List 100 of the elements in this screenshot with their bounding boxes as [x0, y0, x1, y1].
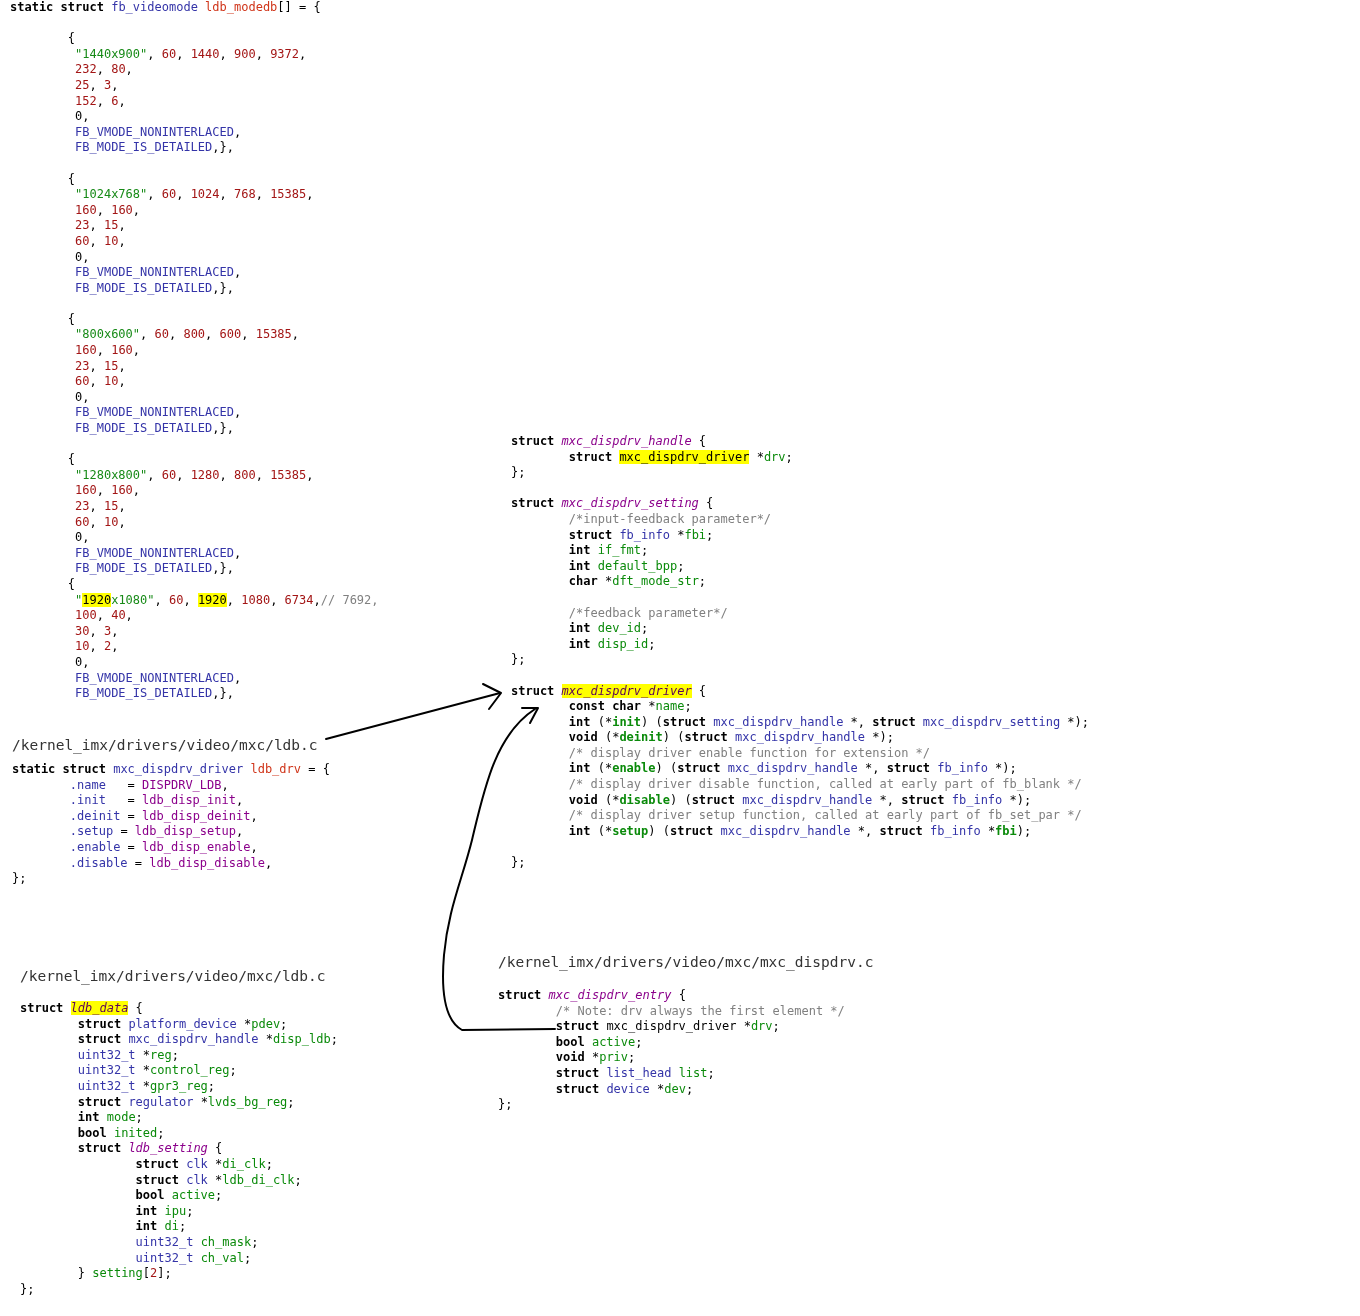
code-line: 160, 160, — [75, 483, 141, 499]
code-line: int (*enable) (struct mxc_dispdrv_handle *, struct fb_info *); — [568, 761, 1017, 778]
code-line: uint32_t ch_val; — [135, 1250, 252, 1267]
code-line: /* display driver disable function, called at early part of fb_blank */ — [568, 777, 1082, 793]
code-line: FB_VMODE_NONINTERLACED, — [75, 405, 242, 422]
code-line: }; — [511, 652, 526, 668]
code-line: struct clk *ldb_di_clk; — [135, 1172, 302, 1189]
code-line: 152, 6, — [75, 93, 126, 110]
code-line: 100, 40, — [75, 608, 133, 624]
code-line: struct device *dev; — [555, 1081, 694, 1098]
code-line: /*feedback parameter*/ — [568, 605, 728, 622]
code-line: struct list_head list; — [555, 1065, 715, 1082]
code-line: int mode; — [77, 1110, 143, 1126]
code-line: { — [67, 171, 76, 188]
code-line: struct mxc_dispdrv_handle { — [511, 434, 707, 450]
code-line: /* display driver setup function, called at early part of fb_set_par */ — [568, 808, 1082, 824]
code-line: int (*init) (struct mxc_dispdrv_handle *, struct mxc_dispdrv_setting *); — [568, 714, 1090, 731]
code-line: 0, — [75, 530, 90, 546]
code-line: uint32_t *reg; — [77, 1047, 179, 1064]
code-line: uint32_t *control_reg; — [77, 1063, 237, 1079]
code-line: FB_VMODE_NONINTERLACED, — [75, 545, 242, 562]
code-line: }; — [511, 855, 526, 871]
code-line: { — [67, 31, 76, 47]
code-line: bool active; — [135, 1188, 223, 1204]
code-line: .setup = ldb_disp_setup, — [69, 824, 244, 840]
code-line: void (*deinit) (struct mxc_dispdrv_handle *); — [568, 730, 894, 746]
code-line: int disp_id; — [568, 636, 656, 653]
code-line: FB_MODE_IS_DETAILED,}, — [75, 421, 234, 437]
code-line: int (*setup) (struct mxc_dispdrv_handle *, struct fb_info *fbi); — [568, 823, 1032, 840]
code-line: { — [67, 452, 76, 468]
code-line: 160, 160, — [75, 202, 141, 219]
code-line: 160, 160, — [75, 343, 141, 359]
code-line: struct clk *di_clk; — [135, 1156, 273, 1173]
code-line: static struct fb_videomode ldb_modedb[] = { — [10, 0, 321, 16]
code-line: 25, 3, — [75, 77, 119, 94]
code-line: /* display driver enable function for extension */ — [568, 745, 931, 762]
file-path: /kernel_imx/drivers/video/mxc/ldb.c — [20, 967, 326, 986]
code-line: 60, 10, — [75, 374, 126, 390]
code-line: /*input-feedback parameter*/ — [568, 511, 772, 528]
code-line: int if_fmt; — [568, 543, 649, 559]
code-line: int ipu; — [135, 1203, 194, 1220]
code-line: 232, 80, — [75, 62, 133, 78]
code-line: char *dft_mode_str; — [568, 574, 707, 590]
code-line: 0, — [75, 389, 90, 406]
code-line: uint32_t *gpr3_reg; — [77, 1078, 216, 1095]
code-line: /* Note: drv always the first element */ — [555, 1003, 845, 1020]
code-line: 10, 2, — [75, 639, 119, 655]
code-line: } setting[2]; — [77, 1266, 172, 1282]
code-line: .name = DISPDRV_LDB, — [69, 777, 229, 794]
code-line: 23, 15, — [75, 499, 126, 515]
code-line: .deinit = ldb_disp_deinit, — [69, 808, 258, 825]
code-line: 23, 15, — [75, 358, 126, 375]
code-line: "1280x800", 60, 1280, 800, 15385, — [75, 467, 314, 484]
code-line: struct ldb_data { — [20, 1001, 143, 1017]
code-line: FB_VMODE_NONINTERLACED, — [75, 670, 242, 687]
code-line: }; — [498, 1097, 513, 1113]
code-line: 30, 3, — [75, 623, 119, 640]
code-line: .enable = ldb_disp_enable, — [69, 839, 258, 856]
code-line: "1024x768", 60, 1024, 768, 15385, — [75, 187, 314, 203]
code-line: int dev_id; — [568, 621, 649, 637]
code-line: bool inited; — [77, 1125, 165, 1142]
code-line: struct fb_info *fbi; — [568, 527, 714, 544]
code-line: struct mxc_dispdrv_entry { — [498, 988, 686, 1004]
code-line: int di; — [135, 1219, 187, 1235]
code-line: struct regulator *lvds_bg_reg; — [77, 1094, 295, 1111]
code-line: uint32_t ch_mask; — [135, 1234, 259, 1251]
code-line: .disable = ldb_disp_disable, — [69, 855, 273, 872]
code-line: }; — [12, 871, 27, 887]
file-path: /kernel_imx/drivers/video/mxc/mxc_dispdrv.c — [498, 953, 874, 972]
code-line: struct mxc_dispdrv_handle *disp_ldb; — [77, 1032, 338, 1048]
code-line: "1920x1080", 60, 1920, 1080, 6734,// 7692, — [75, 592, 379, 609]
code-line: void (*disable) (struct mxc_dispdrv_handle *, struct fb_info *); — [568, 792, 1032, 809]
code-line: 23, 15, — [75, 218, 126, 234]
code-line: struct mxc_dispdrv_setting { — [511, 496, 714, 512]
code-line: 0, — [75, 654, 90, 671]
code-line: { — [67, 576, 76, 593]
code-line: struct mxc_dispdrv_driver *drv; — [568, 449, 793, 466]
code-line: struct ldb_setting { — [77, 1141, 223, 1157]
code-line: "1440x900", 60, 1440, 900, 9372, — [75, 46, 307, 63]
code-line: FB_MODE_IS_DETAILED,}, — [75, 280, 234, 297]
code-line: "800x600", 60, 800, 600, 15385, — [75, 327, 300, 344]
code-line: FB_VMODE_NONINTERLACED, — [75, 265, 242, 281]
code-line: struct mxc_dispdrv_driver *drv; — [555, 1019, 780, 1035]
code-line: static struct mxc_dispdrv_driver ldb_drv = { — [12, 762, 330, 778]
code-line: const char *name; — [568, 699, 692, 715]
code-line: 60, 10, — [75, 514, 126, 531]
code-line: 60, 10, — [75, 233, 126, 250]
code-line: 0, — [75, 249, 90, 266]
code-line: FB_MODE_IS_DETAILED,}, — [75, 561, 234, 577]
code-line: bool active; — [555, 1034, 643, 1051]
code-line: }; — [20, 1281, 35, 1298]
code-line: .init = ldb_disp_init, — [69, 793, 244, 809]
code-line: FB_MODE_IS_DETAILED,}, — [75, 686, 234, 702]
code-line: FB_MODE_IS_DETAILED,}, — [75, 140, 234, 156]
code-line: int default_bpp; — [568, 558, 685, 575]
code-line: void *priv; — [555, 1050, 636, 1066]
code-line: FB_VMODE_NONINTERLACED, — [75, 124, 242, 141]
code-line: struct platform_device *pdev; — [77, 1016, 288, 1033]
code-line: }; — [511, 465, 526, 481]
file-path: /kernel_imx/drivers/video/mxc/ldb.c — [12, 736, 318, 755]
